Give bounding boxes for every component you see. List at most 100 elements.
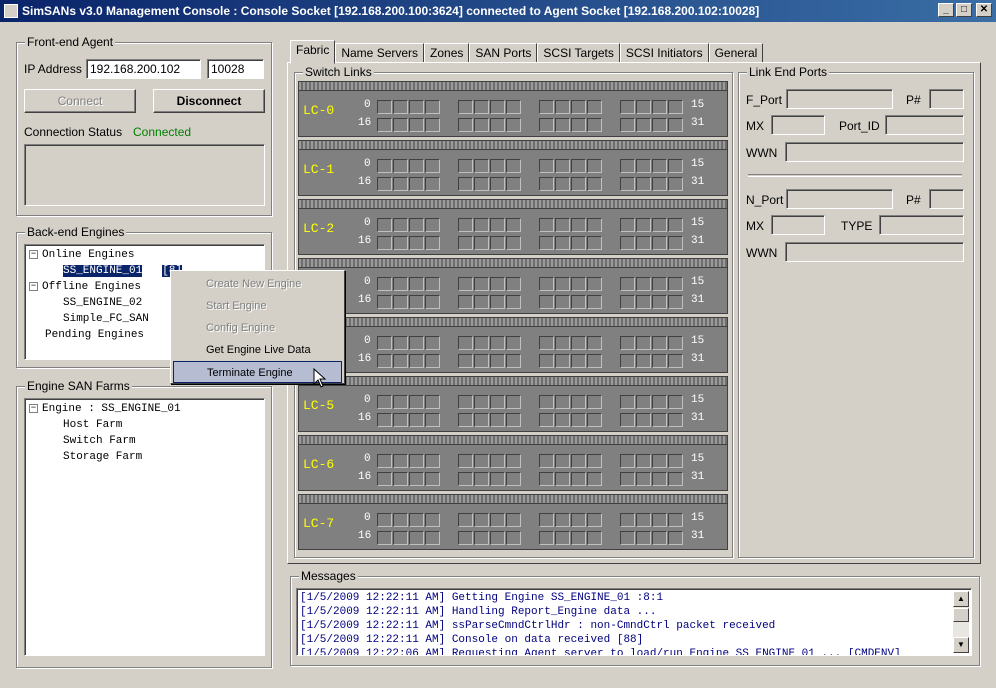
switch-port[interactable]	[409, 277, 424, 291]
switch-port[interactable]	[458, 100, 473, 114]
switch-port[interactable]	[425, 159, 440, 173]
tree-item-farm[interactable]: Storage Farm	[29, 449, 260, 465]
switch-port[interactable]	[393, 159, 408, 173]
switch-port[interactable]	[425, 413, 440, 427]
switch-port[interactable]	[636, 413, 651, 427]
switch-port[interactable]	[409, 295, 424, 309]
switch-port[interactable]	[668, 336, 683, 350]
switch-port[interactable]	[636, 118, 651, 132]
switch-port[interactable]	[393, 531, 408, 545]
switch-port[interactable]	[652, 218, 667, 232]
switch-port[interactable]	[620, 277, 635, 291]
switch-port[interactable]	[490, 236, 505, 250]
switch-port[interactable]	[458, 177, 473, 191]
switch-port[interactable]	[539, 354, 554, 368]
switch-port[interactable]	[668, 413, 683, 427]
switch-port[interactable]	[425, 177, 440, 191]
maximize-button[interactable]: □	[956, 3, 972, 17]
menu-config-engine[interactable]: Config Engine	[173, 317, 342, 339]
switch-port[interactable]	[620, 454, 635, 468]
switch-port[interactable]	[620, 236, 635, 250]
switch-port[interactable]	[490, 472, 505, 486]
switch-port[interactable]	[539, 413, 554, 427]
switch-port[interactable]	[636, 277, 651, 291]
switch-port[interactable]	[393, 336, 408, 350]
switch-port[interactable]	[539, 236, 554, 250]
switch-port[interactable]	[458, 336, 473, 350]
switch-port[interactable]	[555, 531, 570, 545]
switch-port[interactable]	[652, 413, 667, 427]
switch-port[interactable]	[425, 531, 440, 545]
switch-port[interactable]	[425, 218, 440, 232]
switch-port[interactable]	[409, 336, 424, 350]
switch-port[interactable]	[506, 454, 521, 468]
switch-port[interactable]	[652, 159, 667, 173]
disconnect-button[interactable]: Disconnect	[153, 89, 265, 113]
switch-port[interactable]	[636, 100, 651, 114]
switch-port[interactable]	[668, 395, 683, 409]
switch-port[interactable]	[571, 159, 586, 173]
switch-port[interactable]	[474, 218, 489, 232]
tab-scsi-targets[interactable]: SCSI Targets	[537, 43, 620, 63]
switch-port[interactable]	[506, 513, 521, 527]
switch-port[interactable]	[458, 472, 473, 486]
switch-port[interactable]	[425, 472, 440, 486]
switch-port[interactable]	[571, 472, 586, 486]
switch-port[interactable]	[409, 513, 424, 527]
switch-port[interactable]	[587, 336, 602, 350]
switch-port[interactable]	[668, 100, 683, 114]
switch-port[interactable]	[409, 100, 424, 114]
switch-port[interactable]	[668, 159, 683, 173]
menu-get-engine-live-data[interactable]: Get Engine Live Data	[173, 339, 342, 361]
scroll-thumb[interactable]	[953, 608, 969, 622]
tree-node-engine[interactable]: − Engine : SS_ENGINE_01	[29, 401, 260, 417]
switch-port[interactable]	[458, 454, 473, 468]
switch-port[interactable]	[425, 236, 440, 250]
switch-port[interactable]	[571, 295, 586, 309]
switch-port[interactable]	[377, 295, 392, 309]
switch-port[interactable]	[571, 513, 586, 527]
tree-item-farm[interactable]: Host Farm	[29, 417, 260, 433]
switch-port[interactable]	[458, 236, 473, 250]
switch-port[interactable]	[587, 354, 602, 368]
switch-port[interactable]	[636, 295, 651, 309]
switch-port[interactable]	[506, 336, 521, 350]
switch-port[interactable]	[587, 236, 602, 250]
switch-port[interactable]	[636, 354, 651, 368]
switch-port[interactable]	[474, 118, 489, 132]
switch-port[interactable]	[393, 472, 408, 486]
switch-port[interactable]	[377, 472, 392, 486]
switch-port[interactable]	[587, 159, 602, 173]
switch-port[interactable]	[571, 236, 586, 250]
switch-port[interactable]	[555, 472, 570, 486]
switch-port[interactable]	[555, 295, 570, 309]
switch-port[interactable]	[571, 100, 586, 114]
switch-port[interactable]	[571, 531, 586, 545]
switch-port[interactable]	[458, 531, 473, 545]
tab-scsi-initiators[interactable]: SCSI Initiators	[619, 43, 709, 63]
switch-port[interactable]	[393, 218, 408, 232]
switch-port[interactable]	[652, 531, 667, 545]
tree-node-online[interactable]: − Online Engines	[29, 247, 260, 263]
switch-port[interactable]	[652, 295, 667, 309]
switch-port[interactable]	[571, 118, 586, 132]
switch-port[interactable]	[393, 100, 408, 114]
switch-port[interactable]	[652, 236, 667, 250]
switch-port[interactable]	[587, 277, 602, 291]
switch-port[interactable]	[458, 218, 473, 232]
switch-port[interactable]	[425, 395, 440, 409]
close-button[interactable]: ✕	[976, 3, 992, 17]
switch-port[interactable]	[652, 472, 667, 486]
switch-port[interactable]	[377, 218, 392, 232]
switch-port[interactable]	[506, 118, 521, 132]
switch-port[interactable]	[490, 336, 505, 350]
menu-start-engine[interactable]: Start Engine	[173, 295, 342, 317]
switch-port[interactable]	[652, 100, 667, 114]
switch-port[interactable]	[425, 513, 440, 527]
switch-port[interactable]	[409, 454, 424, 468]
switch-port[interactable]	[490, 354, 505, 368]
switch-port[interactable]	[506, 472, 521, 486]
switch-port[interactable]	[620, 413, 635, 427]
switch-port[interactable]	[490, 118, 505, 132]
switch-port[interactable]	[474, 100, 489, 114]
